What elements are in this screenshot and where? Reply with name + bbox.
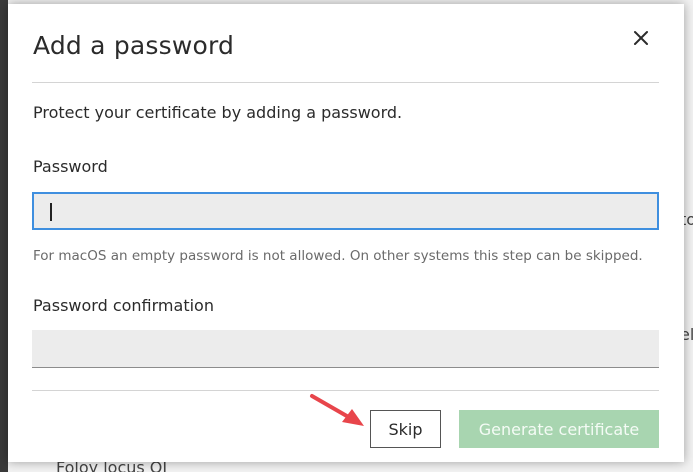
- close-button[interactable]: [630, 27, 652, 49]
- dialog-description: Protect your certificate by adding a pas…: [33, 103, 403, 122]
- password-confirmation-label: Password confirmation: [33, 296, 214, 315]
- add-password-dialog: Add a password Protect your certificate …: [8, 4, 684, 462]
- skip-button[interactable]: Skip: [370, 410, 441, 448]
- close-icon: [634, 31, 648, 45]
- footer-divider: [32, 390, 659, 391]
- annotation-arrow-icon: [310, 394, 364, 426]
- password-confirmation-input[interactable]: [32, 330, 659, 368]
- generate-certificate-button[interactable]: Generate certificate: [459, 410, 659, 448]
- dialog-title: Add a password: [33, 31, 235, 60]
- password-label: Password: [33, 157, 108, 176]
- text-caret: [50, 203, 52, 221]
- header-divider: [32, 82, 659, 83]
- password-hint: For macOS an empty password is not allow…: [33, 248, 643, 264]
- password-input[interactable]: [32, 192, 659, 230]
